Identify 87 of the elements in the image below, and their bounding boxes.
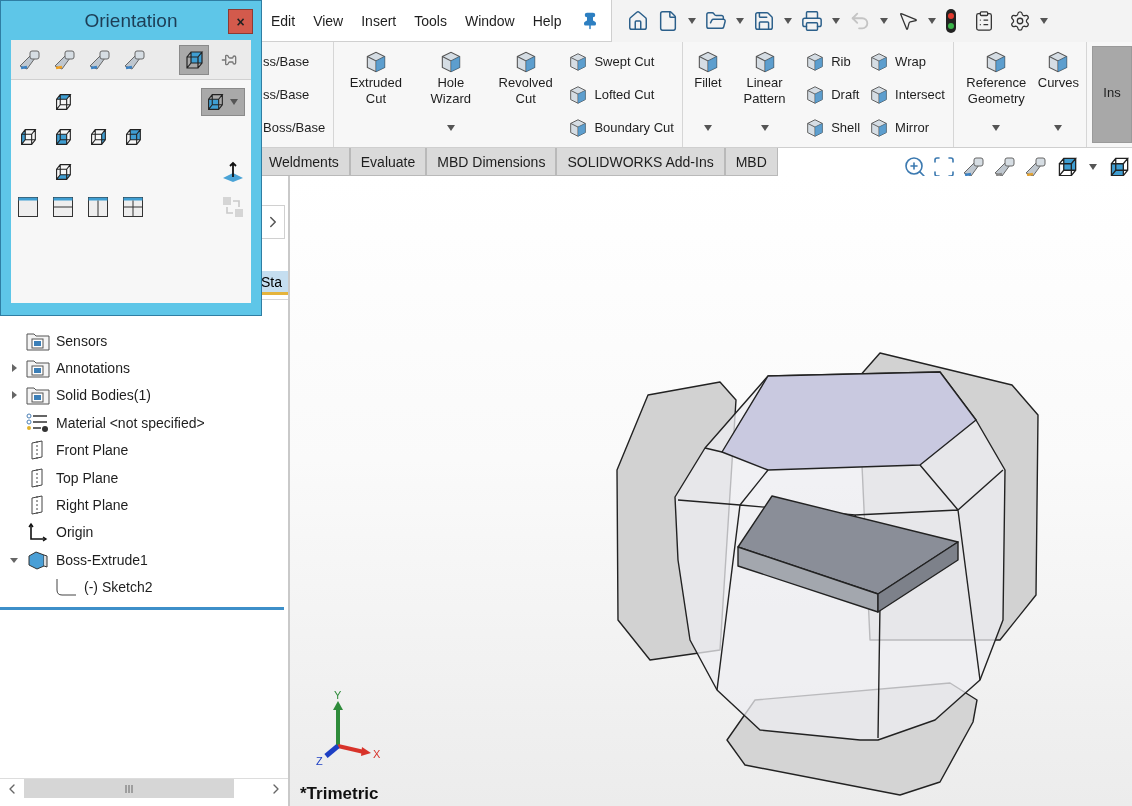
axis-label: X [373, 748, 381, 760]
tree-item-label[interactable]: Right Plane [56, 497, 129, 514]
ribbon-tool-button[interactable]: Reference Geometry [958, 46, 1034, 143]
section-view-icon[interactable] [992, 155, 1018, 179]
ribbon-tool-button[interactable]: Curves [1035, 46, 1081, 143]
extrude-feature-icon [26, 549, 50, 570]
command-tab[interactable]: SOLIDWORKS Add-Ins [556, 148, 725, 176]
command-tab[interactable]: MBD Dimensions [426, 148, 557, 176]
ribbon-tool-button[interactable]: Intersect [865, 79, 948, 110]
menu-item[interactable]: View [304, 12, 353, 29]
ribbon-tool-button[interactable]: Wrap [865, 46, 948, 77]
menu-item[interactable]: Window [455, 12, 524, 29]
ribbon-tool-button[interactable]: Hole Wizard [414, 46, 487, 143]
tree-item-label[interactable]: Sensors [56, 332, 108, 349]
tree-item-label[interactable]: (-) Sketch2 [84, 579, 153, 596]
ribbon-tool-button[interactable]: Lofted Cut [564, 79, 677, 110]
reset-view-icon[interactable] [122, 47, 148, 72]
ribbon-tool-button[interactable]: Ins [1092, 46, 1132, 143]
ribbon-tool-button[interactable]: Revolved Cut [488, 46, 563, 143]
caret-icon[interactable] [1054, 125, 1063, 131]
previous-view-icon[interactable] [961, 155, 987, 179]
collapsed-arrow-icon[interactable] [10, 364, 18, 373]
caret-icon[interactable] [783, 17, 792, 24]
tree-item-label[interactable]: Front Plane [56, 442, 129, 459]
display-dropdown-button[interactable] [201, 87, 245, 116]
ribbon-tool-button[interactable]: Boss/Base [263, 112, 329, 143]
sketch-icon [54, 577, 78, 598]
caret-icon[interactable] [831, 17, 840, 24]
viewport-layout-icon[interactable] [17, 195, 39, 218]
tree-item-label[interactable]: Annotations [56, 360, 130, 377]
caret-icon[interactable] [992, 125, 1001, 131]
menu-item[interactable]: Tools [405, 12, 456, 29]
axis-label: Y [334, 689, 342, 701]
ribbon-tool-button[interactable]: Extruded Cut [339, 46, 413, 143]
caret-icon[interactable] [879, 17, 888, 24]
ribbon-tool-button[interactable]: Linear Pattern [729, 46, 800, 143]
folder-icon [26, 385, 50, 406]
tree-item-label[interactable]: Boss-Extrude1 [56, 551, 148, 568]
ribbon-tool-button[interactable]: Swept Cut [564, 46, 677, 77]
view-orientation-label: *Trimetric [300, 784, 379, 804]
zoom-to-fit-button[interactable] [903, 155, 927, 179]
ribbon-tool-button[interactable]: Shell [801, 112, 864, 143]
folder-icon [26, 358, 50, 379]
axis-label: Z [316, 755, 323, 766]
ribbon-tool-button[interactable]: ss/Base [263, 79, 329, 110]
panel-scroll-button[interactable] [261, 205, 285, 239]
ribbon-tool-button[interactable]: Rib [801, 46, 864, 77]
ribbon-tool-button[interactable]: Draft [801, 79, 864, 110]
zoom-area-button[interactable] [932, 155, 956, 179]
ribbon-tool-button[interactable]: Boundary Cut [564, 112, 677, 143]
dialog-title: Orientation [84, 9, 178, 32]
viewport-layout-icon[interactable] [52, 195, 74, 218]
caret-icon[interactable] [760, 125, 769, 131]
material-icon [26, 412, 50, 433]
ribbon-tool-button[interactable]: Mirror [865, 112, 948, 143]
ribbon-tool-button[interactable]: ss/Base [263, 46, 329, 77]
caret-icon[interactable] [927, 17, 936, 24]
command-tab[interactable]: MBD [724, 148, 778, 176]
caret-icon[interactable] [446, 125, 455, 131]
caret-icon[interactable] [1039, 17, 1048, 24]
tree-item-label[interactable]: Top Plane [56, 469, 119, 486]
caret-icon[interactable] [1089, 164, 1097, 170]
scrollbar-thumb[interactable] [24, 779, 234, 798]
caret-icon[interactable] [703, 125, 712, 131]
tree-item-label[interactable]: Origin [56, 524, 94, 541]
tree-item-label[interactable]: Material <not specified> [56, 414, 205, 431]
menu-item[interactable]: Insert [352, 12, 406, 29]
viewport-layout-icon[interactable] [87, 195, 109, 218]
ribbon-tool-button[interactable]: Fillet [687, 46, 728, 143]
update-view-icon[interactable] [87, 47, 113, 72]
expanded-arrow-icon[interactable] [10, 555, 18, 564]
caret-icon[interactable] [230, 98, 238, 105]
annotation-view-icon[interactable] [1023, 155, 1049, 179]
view-camera-icon[interactable] [17, 47, 43, 72]
viewport-layout-icon[interactable] [122, 195, 144, 218]
collapsed-arrow-icon[interactable] [10, 391, 18, 400]
axis-triad-drawing [324, 701, 371, 758]
caret-icon[interactable] [687, 17, 696, 24]
tree-item-label[interactable]: Solid Bodies(1) [56, 387, 151, 404]
menu-item[interactable]: Help [523, 12, 571, 29]
folder-icon [26, 330, 50, 351]
normal-to-icon[interactable] [221, 159, 245, 184]
caret-icon[interactable] [735, 17, 744, 24]
new-view-icon[interactable] [52, 47, 78, 72]
menu-item[interactable]: Edit [262, 12, 305, 29]
command-tab[interactable]: Evaluate [349, 148, 427, 176]
close-button[interactable]: × [228, 9, 253, 34]
